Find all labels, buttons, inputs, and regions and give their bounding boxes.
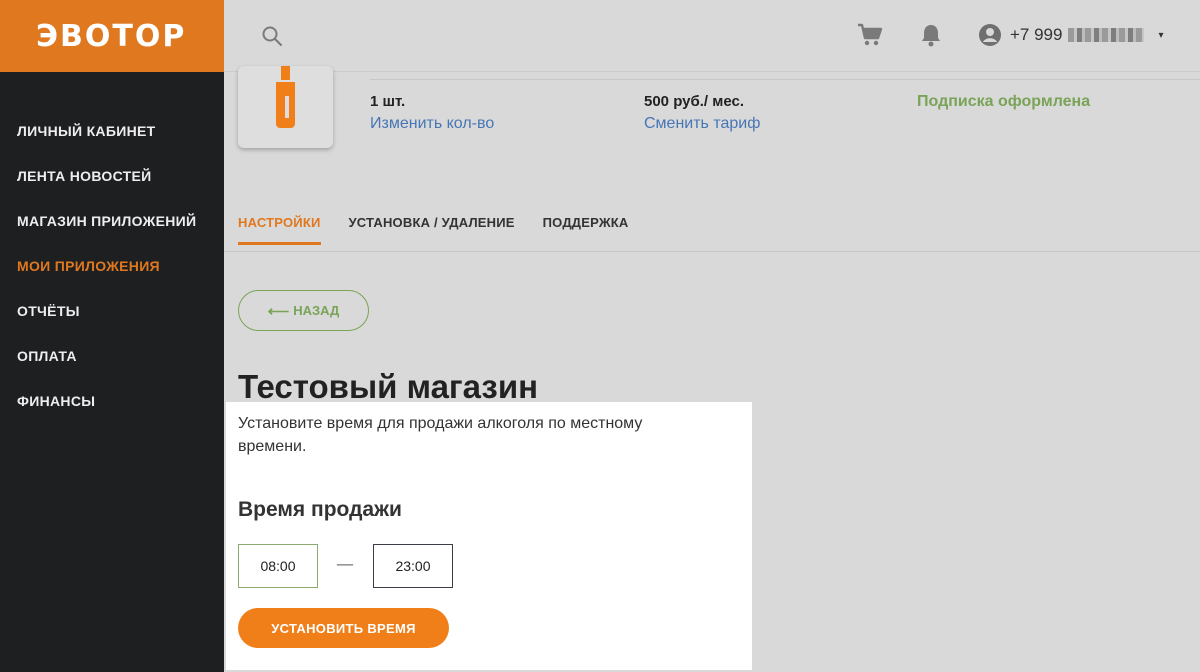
quantity-value: 1 шт. — [370, 93, 406, 110]
tab-bar: НАСТРОЙКИ УСТАНОВКА / УДАЛЕНИЕ ПОДДЕРЖКА — [238, 215, 629, 245]
bell-icon[interactable] — [918, 22, 944, 48]
sidebar-item-label: ЛЕНТА НОВОСТЕЙ — [17, 167, 152, 184]
sidebar-item-label: ФИНАНСЫ — [17, 392, 96, 409]
set-time-button[interactable]: УСТАНОВИТЬ ВРЕМЯ — [238, 608, 449, 648]
status-badge: Подписка оформлена — [917, 93, 1091, 110]
back-button[interactable]: ⟵ НАЗАД — [238, 290, 369, 331]
back-button-label: НАЗАД — [293, 303, 340, 318]
subscription-price: 500 руб./ мес. Сменить тариф — [644, 93, 760, 133]
sidebar-item-reports[interactable]: ОТЧЁТЫ — [0, 288, 224, 333]
user-icon — [979, 24, 1001, 46]
panel-description: Установите время для продажи алкоголя по… — [238, 415, 643, 455]
tab-install-uninstall[interactable]: УСТАНОВКА / УДАЛЕНИЕ — [349, 215, 515, 245]
user-menu[interactable]: +7 999 ▾ — [978, 22, 1164, 48]
change-quantity-link[interactable]: Изменить кол-во — [370, 115, 494, 133]
app-thumbnail — [238, 66, 333, 148]
cart-icon[interactable] — [856, 22, 884, 48]
change-tariff-link[interactable]: Сменить тариф — [644, 115, 760, 133]
masked-phone-digits — [1068, 28, 1145, 42]
subscription-quantity: 1 шт. Изменить кол-во — [370, 93, 494, 133]
sale-time-panel: Установите время для продажи алкоголя по… — [226, 402, 752, 670]
sidebar-item-label: МОИ ПРИЛОЖЕНИЯ — [17, 257, 160, 274]
sidebar-item-label: ОТЧЁТЫ — [17, 302, 80, 319]
sidebar-item-finance[interactable]: ФИНАНСЫ — [0, 378, 224, 423]
time-range-dash: — — [336, 554, 354, 575]
chevron-down-icon: ▾ — [1158, 29, 1164, 41]
arrow-left-icon: ⟵ — [267, 302, 290, 320]
sidebar-item-label: ЛИЧНЫЙ КАБИНЕТ — [17, 122, 156, 139]
sidebar-item-news-feed[interactable]: ЛЕНТА НОВОСТЕЙ — [0, 153, 224, 198]
sidebar-item-payment[interactable]: ОПЛАТА — [0, 333, 224, 378]
search-icon[interactable] — [260, 24, 284, 48]
time-start-input[interactable] — [238, 544, 318, 588]
top-header: +7 999 ▾ — [224, 0, 1200, 72]
bottle-icon — [276, 66, 295, 128]
divider — [370, 79, 1200, 80]
sidebar-item-label: ОПЛАТА — [17, 347, 77, 364]
sidebar-item-personal-cabinet[interactable]: ЛИЧНЫЙ КАБИНЕТ — [0, 108, 224, 153]
tabs-divider — [224, 251, 1200, 252]
sidebar-item-my-apps[interactable]: МОИ ПРИЛОЖЕНИЯ — [0, 243, 224, 288]
price-value: 500 руб./ мес. — [644, 93, 745, 110]
sidebar: ЛИЧНЫЙ КАБИНЕТ ЛЕНТА НОВОСТЕЙ МАГАЗИН ПР… — [0, 72, 224, 672]
main-content: 1 шт. Изменить кол-во 500 руб./ мес. Сме… — [224, 66, 1200, 672]
logo-bar[interactable]: ЭВОТОР — [0, 0, 224, 72]
sidebar-item-label: МАГАЗИН ПРИЛОЖЕНИЙ — [17, 212, 197, 229]
tab-support[interactable]: ПОДДЕРЖКА — [543, 215, 629, 245]
page-title: Тестовый магазин — [238, 368, 539, 402]
sidebar-item-app-store[interactable]: МАГАЗИН ПРИЛОЖЕНИЙ — [0, 198, 224, 243]
evotor-logo: ЭВОТОР — [36, 18, 187, 54]
subscription-status: Подписка оформлена — [917, 93, 1090, 111]
time-end-input[interactable] — [373, 544, 453, 588]
sale-time-heading: Время продажи — [238, 498, 402, 521]
tab-settings[interactable]: НАСТРОЙКИ — [238, 215, 321, 245]
user-phone: +7 999 — [1010, 25, 1063, 44]
